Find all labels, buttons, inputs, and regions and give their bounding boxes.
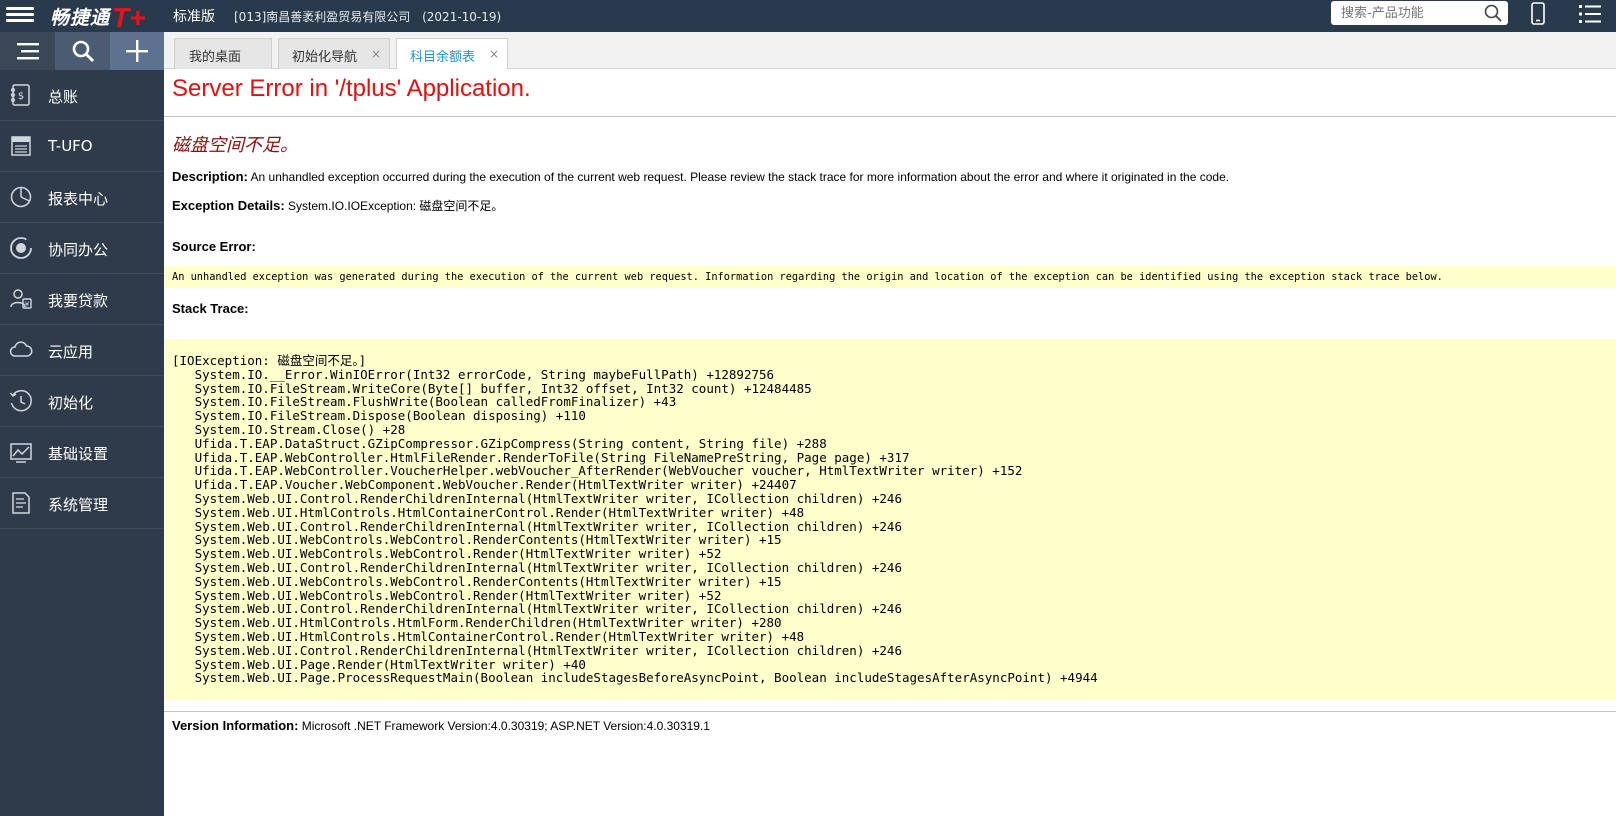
svg-text:¥: ¥ bbox=[25, 301, 30, 309]
stack-trace-box: [IOException: 磁盘空间不足。] System.IO.__Error… bbox=[164, 339, 1616, 700]
exception-label: Exception Details: bbox=[172, 198, 285, 213]
search-icon[interactable] bbox=[1484, 4, 1502, 22]
sidebar-item-cloud-apps[interactable]: 云应用 bbox=[0, 325, 164, 376]
error-page: Server Error in '/tplus' Application. 磁盘… bbox=[164, 69, 1616, 816]
source-error-label: Source Error: bbox=[172, 239, 256, 254]
add-button[interactable] bbox=[110, 32, 164, 70]
login-date: (2021-10-19) bbox=[422, 10, 502, 24]
sidebar-item-label: 云应用 bbox=[48, 343, 94, 361]
sidebar-item-label: T-UFO bbox=[48, 137, 93, 155]
sidebar-item-report-center[interactable]: 报表中心 bbox=[0, 172, 164, 223]
sidebar-item-label: 报表中心 bbox=[48, 190, 109, 208]
settings-chart-icon bbox=[10, 443, 32, 463]
error-title: Server Error in '/tplus' Application. bbox=[172, 75, 531, 102]
sidebar-item-collaboration[interactable]: 协同办公 bbox=[0, 223, 164, 274]
product-logo: 畅捷通 T+ bbox=[50, 2, 146, 33]
exception-text: System.IO.IOException: 磁盘空间不足。 bbox=[288, 199, 504, 213]
ledger-icon: $ bbox=[10, 84, 30, 106]
company-info: [013]南昌善袤利盈贸易有限公司 (2021-10-19) bbox=[234, 8, 501, 25]
version-label: Version Information: bbox=[172, 718, 299, 733]
tab-init-navigation[interactable]: 初始化导航 × bbox=[278, 38, 390, 69]
sidebar-item-label: 系统管理 bbox=[48, 496, 109, 514]
description-row: Description: An unhandled exception occu… bbox=[172, 169, 1229, 184]
init-clock-icon bbox=[9, 389, 32, 412]
search-box bbox=[1331, 1, 1508, 25]
source-error-box: An unhandled exception was generated dur… bbox=[164, 266, 1616, 288]
sidebar-item-loan[interactable]: ¥ 我要贷款 bbox=[0, 274, 164, 325]
sidebar-item-basic-settings[interactable]: 基础设置 bbox=[0, 427, 164, 478]
tab-label: 初始化导航 bbox=[292, 50, 358, 65]
divider bbox=[164, 116, 1616, 117]
sidebar-item-system-management[interactable]: 系统管理 bbox=[0, 478, 164, 529]
list-menu-icon[interactable] bbox=[1578, 3, 1602, 25]
stack-trace-text: [IOException: 磁盘空间不足。] System.IO.__Error… bbox=[172, 353, 1098, 686]
version-text: Microsoft .NET Framework Version:4.0.303… bbox=[301, 719, 710, 733]
company-name: [013]南昌善袤利盈贸易有限公司 bbox=[234, 10, 411, 24]
tufo-icon bbox=[11, 136, 31, 156]
brand-mark: T+ bbox=[112, 2, 146, 33]
sidebar-toolbar bbox=[0, 32, 164, 70]
close-icon[interactable]: × bbox=[371, 47, 381, 61]
svg-text:$: $ bbox=[18, 91, 24, 102]
system-doc-icon bbox=[12, 492, 30, 514]
sidebar-item-label: 初始化 bbox=[48, 394, 94, 412]
sidebar-item-label: 我要贷款 bbox=[48, 292, 109, 310]
sidebar-item-initialization[interactable]: 初始化 bbox=[0, 376, 164, 427]
sidebar-item-tufo[interactable]: T-UFO bbox=[0, 121, 164, 172]
source-error-text: An unhandled exception was generated dur… bbox=[172, 271, 1443, 283]
sidebar-item-label: 基础设置 bbox=[48, 445, 109, 463]
tab-bar: 我的桌面 初始化导航 × 科目余额表 × bbox=[164, 32, 1616, 70]
left-sidebar: $ 总账 T-UFO 报表中心 协同办公 ¥ 我要贷款 云应用 初始化 基础设置… bbox=[0, 32, 164, 816]
close-icon[interactable]: × bbox=[489, 47, 499, 61]
brand-name: 畅捷通 bbox=[50, 7, 111, 29]
sidebar-item-label: 总账 bbox=[48, 88, 79, 106]
search-input[interactable] bbox=[1341, 2, 1486, 24]
tab-label: 我的桌面 bbox=[189, 50, 242, 65]
pie-chart-icon bbox=[10, 186, 32, 208]
sidebar-item-label: 协同办公 bbox=[48, 241, 109, 259]
tab-account-balance[interactable]: 科目余额表 × bbox=[396, 38, 508, 70]
search-icon bbox=[72, 40, 94, 63]
collaboration-icon bbox=[10, 237, 33, 259]
stack-trace-label: Stack Trace: bbox=[172, 301, 249, 316]
description-label: Description: bbox=[172, 169, 248, 184]
hamburger-menu-icon[interactable] bbox=[6, 4, 34, 28]
description-text: An unhandled exception occurred during t… bbox=[250, 170, 1230, 184]
loan-icon: ¥ bbox=[10, 289, 32, 309]
version-row: Version Information: Microsoft .NET Fram… bbox=[172, 718, 710, 733]
top-bar: 畅捷通 T+ 标准版 [013]南昌善袤利盈贸易有限公司 (2021-10-19… bbox=[0, 0, 1616, 32]
sidebar-item-ledger[interactable]: $ 总账 bbox=[0, 70, 164, 121]
mobile-phone-icon[interactable] bbox=[1530, 2, 1546, 26]
edition-label: 标准版 bbox=[173, 9, 215, 25]
error-message: 磁盘空间不足。 bbox=[172, 135, 298, 156]
plus-icon bbox=[126, 40, 148, 62]
exception-row: Exception Details: System.IO.IOException… bbox=[172, 197, 503, 214]
divider bbox=[164, 711, 1616, 712]
tab-my-desktop[interactable]: 我的桌面 bbox=[174, 38, 272, 69]
source-error-heading: Source Error: bbox=[172, 239, 256, 254]
sidebar-search-button[interactable] bbox=[55, 32, 110, 70]
stack-trace-heading: Stack Trace: bbox=[172, 301, 249, 316]
collapse-menu-button[interactable] bbox=[0, 32, 55, 70]
tab-label: 科目余额表 bbox=[410, 50, 476, 65]
cloud-icon bbox=[9, 341, 33, 357]
indent-menu-icon bbox=[16, 43, 39, 60]
